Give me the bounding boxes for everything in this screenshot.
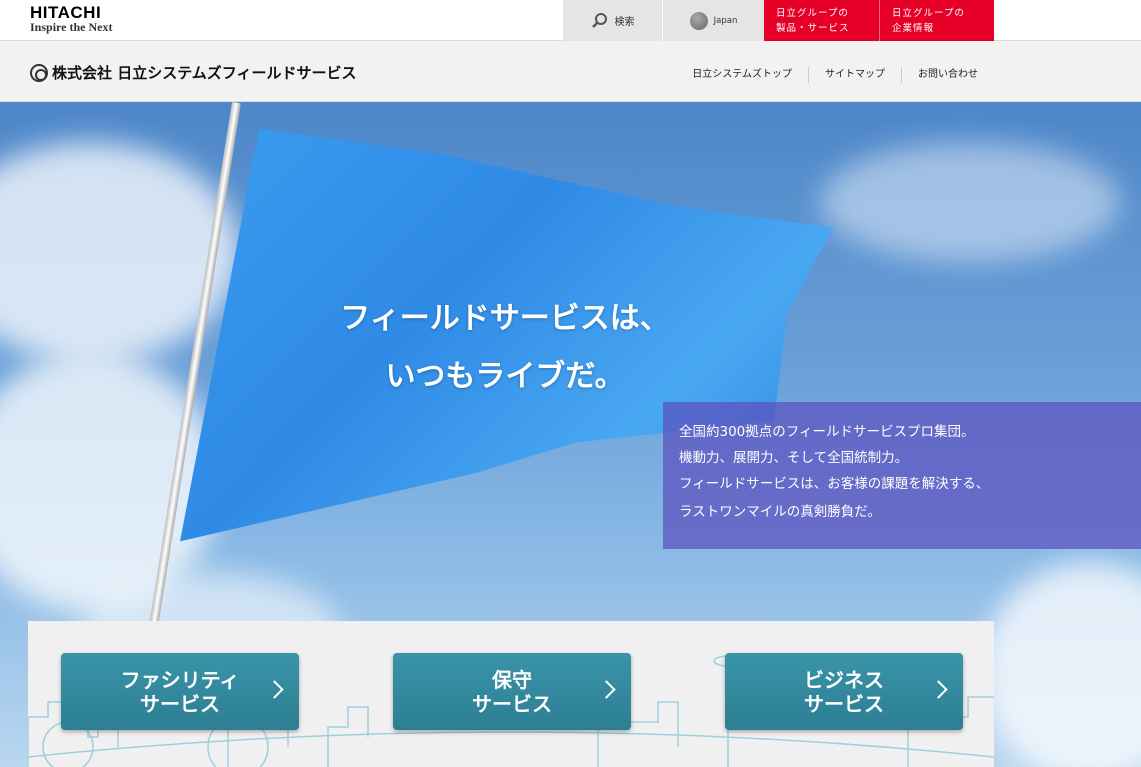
logo-tagline: Inspire the Next xyxy=(30,20,113,34)
tagline-line2: いつもライブだ。 xyxy=(385,359,625,394)
group-corporate-line1: 日立グループの xyxy=(892,7,965,19)
hero-description: 全国約300拠点のフィールドサービスプロ集団。 機動力、展開力、そして全国統制力… xyxy=(663,402,1141,549)
company-mark-icon xyxy=(30,63,48,82)
site-nav: 日立システムズトップ サイトマップ お問い合わせ xyxy=(676,67,994,83)
tagline-line1: フィールドサービスは、 xyxy=(340,301,670,336)
company-name: 株式会社 日立システムズフィールドサービス xyxy=(52,64,357,82)
hero-section: フィールドサービスは、 いつもライブだ。 全国約300拠点のフィールドサービスプ… xyxy=(0,102,1141,767)
language-label: Japan xyxy=(713,15,738,26)
globe-icon xyxy=(689,11,708,30)
chevron-right-icon xyxy=(597,680,616,699)
chevron-right-icon xyxy=(929,680,948,699)
search-label: 検索 xyxy=(614,17,635,28)
nav-contact[interactable]: お問い合わせ xyxy=(901,67,994,83)
group-products-link[interactable]: 日立グループの 製品・サービス xyxy=(764,0,880,41)
group-products-line1: 日立グループの xyxy=(776,7,849,19)
site-header: 株式会社 日立システムズフィールドサービス 日立システムズトップ サイトマップ … xyxy=(0,41,1141,102)
search-icon xyxy=(591,12,607,28)
description-line: ラストワンマイルの真剣勝負だ。 xyxy=(679,504,881,520)
language-selector[interactable]: Japan xyxy=(663,0,764,41)
global-nav: 検索 Japan 日立グループの 製品・サービス 日立グループの 企業情報 xyxy=(563,0,994,41)
maintenance-service-button[interactable]: 保守 サービス xyxy=(393,653,631,730)
hitachi-logo[interactable]: HITACHI Inspire the Next xyxy=(30,4,112,34)
group-corporate-link[interactable]: 日立グループの 企業情報 xyxy=(880,0,994,41)
cloud-decoration xyxy=(980,562,1141,767)
hero-tagline: フィールドサービスは、 いつもライブだ。 xyxy=(0,290,1010,406)
service-label-line1: 保守 xyxy=(492,667,532,692)
description-line: 全国約300拠点のフィールドサービスプロ集団。 xyxy=(679,424,975,440)
description-line: 機動力、展開力、そして全国統制力。 xyxy=(679,450,909,466)
service-label-line2: サービス xyxy=(472,691,552,716)
service-label-line1: ファシリティ xyxy=(120,667,240,692)
service-label-line2: サービス xyxy=(804,691,884,716)
description-line: フィールドサービスは、お客様の課題を解決する、 xyxy=(679,476,990,492)
nav-sitemap[interactable]: サイトマップ xyxy=(808,67,901,83)
global-header: HITACHI Inspire the Next 検索 Japan 日立グループ… xyxy=(0,0,1141,41)
search-button[interactable]: 検索 xyxy=(563,0,663,41)
nav-systems-top[interactable]: 日立システムズトップ xyxy=(676,67,808,83)
business-service-button[interactable]: ビジネス サービス xyxy=(725,653,963,730)
group-corporate-line2: 企業情報 xyxy=(892,22,935,34)
services-panel: ファシリティ サービス 保守 サービス ビジネス サービス xyxy=(28,621,994,767)
facility-service-button[interactable]: ファシリティ サービス xyxy=(61,653,299,730)
chevron-right-icon xyxy=(265,680,284,699)
logo-wordmark: HITACHI xyxy=(30,3,102,22)
service-label-line2: サービス xyxy=(140,691,220,716)
company-brand-link[interactable]: 株式会社 日立システムズフィールドサービス xyxy=(30,62,356,83)
group-products-line2: 製品・サービス xyxy=(776,22,850,34)
service-label-line1: ビジネス xyxy=(804,667,884,692)
cloud-decoration xyxy=(820,142,1120,262)
